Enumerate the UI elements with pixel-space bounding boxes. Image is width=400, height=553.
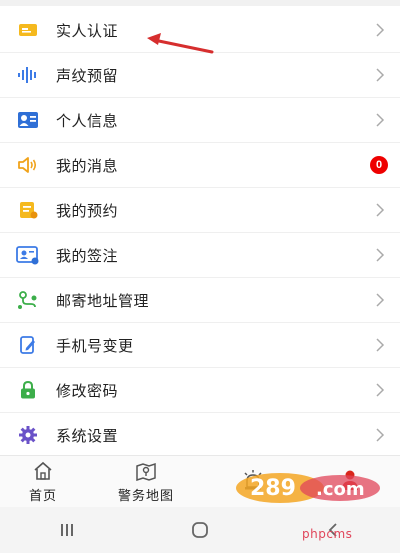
tab-alarm[interactable] [206, 456, 300, 508]
home-nav-button[interactable] [170, 521, 230, 539]
voiceprint-icon [0, 66, 56, 84]
chevron-right-icon [376, 428, 385, 442]
annotation-arrow-icon [147, 33, 214, 54]
menu-item-label: 手机号变更 [56, 337, 134, 355]
menu-item-label: 邮寄地址管理 [56, 292, 150, 310]
top-strip [0, 0, 400, 6]
menu-item-label: 系统设置 [56, 427, 119, 445]
chevron-right-icon [376, 383, 385, 397]
recent-apps-button[interactable] [37, 522, 97, 538]
speaker-icon [0, 156, 56, 174]
chevron-right-icon [376, 113, 385, 127]
menu-item-label: 我的签注 [56, 247, 119, 265]
tab-mine[interactable] [300, 456, 400, 508]
alarm-light-icon [244, 470, 262, 490]
menu-item-label: 实人认证 [56, 22, 119, 40]
menu-item-label: 修改密码 [56, 382, 119, 400]
menu-item-label: 我的预约 [56, 202, 119, 220]
id-card-icon [0, 22, 56, 38]
menu-item-my-endorsements[interactable]: 我的签注 [0, 233, 400, 278]
profile-card-icon [0, 111, 56, 129]
menu-item-voiceprint[interactable]: 声纹预留 [0, 53, 400, 98]
menu-item-system-settings[interactable]: 系统设置 [0, 413, 400, 458]
appointment-icon [0, 200, 56, 220]
chevron-right-icon [376, 203, 385, 217]
unread-badge: 0 [370, 156, 388, 174]
watermark-text: phpcms [302, 527, 353, 541]
home-icon [34, 461, 52, 480]
menu-item-label: 个人信息 [56, 112, 119, 130]
menu-item-label: 我的消息 [56, 157, 119, 175]
menu-item-label: 声纹预留 [56, 67, 119, 85]
menu-item-personal-info[interactable]: 个人信息 [0, 98, 400, 143]
menu-item-change-phone[interactable]: 手机号变更 [0, 323, 400, 368]
visa-card-icon [0, 245, 56, 265]
menu-item-my-appointments[interactable]: 我的预约 [0, 188, 400, 233]
menu-item-my-messages[interactable]: 我的消息 0 [0, 143, 400, 188]
settings-menu: 实人认证 声纹预留 个人信息 我的消息 0 我的预约 我的签注 邮寄地址管理 手… [0, 8, 400, 458]
tab-police-map[interactable]: 警务地图 [86, 456, 206, 508]
chevron-right-icon [376, 338, 385, 352]
tab-label: 警务地图 [117, 487, 174, 503]
lock-icon [0, 380, 56, 400]
chevron-right-icon [376, 248, 385, 262]
chevron-right-icon [376, 68, 385, 82]
chevron-right-icon [376, 293, 385, 307]
edit-phone-icon [0, 335, 56, 355]
home-circle-icon [192, 522, 208, 538]
menu-item-change-password[interactable]: 修改密码 [0, 368, 400, 413]
user-icon [342, 470, 358, 490]
police-map-icon [136, 462, 156, 481]
gear-icon [0, 425, 56, 445]
tab-label: 首页 [28, 487, 57, 503]
map-route-icon [0, 290, 56, 310]
bottom-tab-bar: 首页 警务地图 [0, 455, 400, 508]
menu-item-mailing-address[interactable]: 邮寄地址管理 [0, 278, 400, 323]
tab-home[interactable]: 首页 [0, 456, 86, 508]
chevron-right-icon [376, 23, 385, 37]
recent-apps-icon [60, 524, 73, 536]
